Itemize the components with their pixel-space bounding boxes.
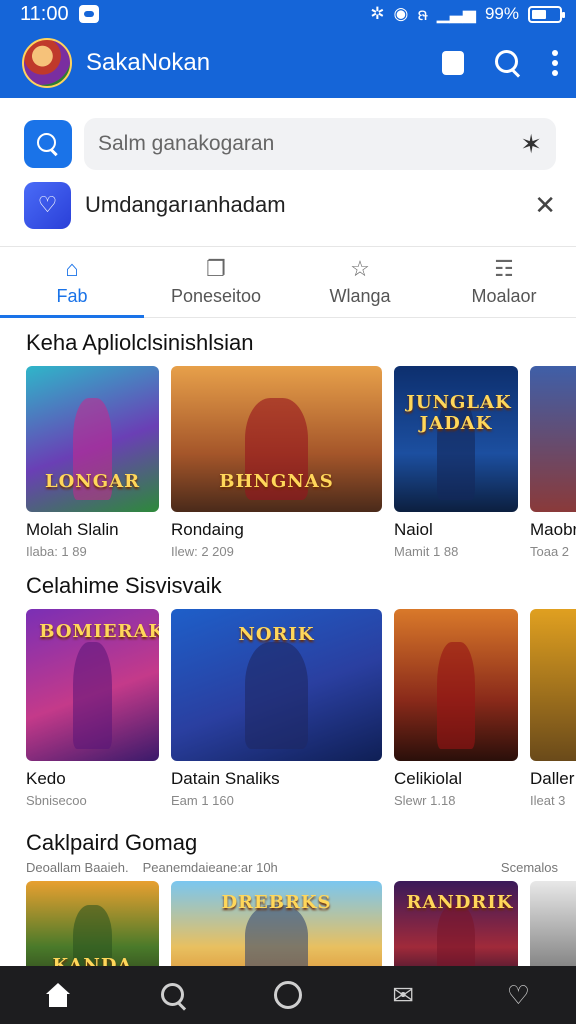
home-icon [44, 983, 72, 1007]
tab-label: Moalaor [471, 285, 537, 306]
game-meta: Slewr 1.18 [394, 793, 456, 808]
game-card[interactable]: BOMIERAK Kedo Sbnisecoo [26, 609, 159, 808]
section-featured: Keha Apliolclsinishlsian LONGAR Molah Sl… [0, 330, 576, 559]
game-thumbnail: NORIK [171, 609, 382, 761]
cast-icon[interactable] [442, 51, 464, 75]
game-meta: Eam 1 160 [171, 793, 234, 808]
section-title: Caklpaird Gomag [26, 830, 198, 855]
tab-label: Poneseitoo [170, 285, 262, 306]
game-card[interactable]: NORIK Datain Snaliks Eam 1 160 [171, 609, 382, 808]
share-icon: ❐ [206, 255, 226, 281]
section-subtitle: Deoallam Baaieh. [26, 860, 129, 875]
app-bar: SakaNokan [0, 28, 576, 98]
promo-banner[interactable]: ♡ Umdangarıanhadam ✕ [0, 170, 576, 229]
compass-icon [273, 981, 302, 1009]
game-title: Datain Snaliks [171, 769, 280, 788]
tab-poneseitoo[interactable]: ❐ Poneseitoo [144, 247, 288, 317]
nav-discover[interactable] [258, 975, 318, 1015]
nav-inbox[interactable]: ✉ [373, 975, 433, 1015]
game-card[interactable]: Maobr Toaa 2 [530, 366, 576, 559]
search-icon [36, 132, 60, 156]
thumbnail-logo: RANDRIK [406, 892, 514, 913]
game-title: Kedo [26, 769, 66, 788]
game-meta: Ilaba: 1 89 [26, 544, 87, 559]
game-meta: Toaa 2 [530, 544, 570, 559]
game-card[interactable]: Celikiolal Slewr 1.18 [394, 609, 518, 808]
game-card[interactable]: JUNGLAK JADAK Naiol Mamit 1 88 [394, 366, 518, 559]
status-bar: 11:00 ✲ ◉ ຨ ▁▃▅ 99% [0, 0, 576, 28]
battery-percent: 99% [484, 4, 519, 23]
thumbnail-logo: NORIK [238, 624, 315, 646]
thumbnail-logo: BHNGNAS [219, 470, 334, 492]
tab-label: Wlanga [329, 285, 391, 306]
game-meta: Sbnisecoo [26, 793, 87, 808]
notification-icon [78, 5, 99, 23]
bottom-nav: ✉ ♡ [0, 966, 576, 1024]
star-icon: ☆ [350, 255, 370, 281]
search-icon[interactable] [494, 49, 522, 77]
game-thumbnail: JUNGLAK JADAK [394, 366, 518, 512]
search-row: ✶ [0, 98, 576, 170]
person-icon: ☶ [494, 255, 514, 281]
game-card[interactable]: LONGAR Molah Slalin Ilaba: 1 89 [26, 366, 159, 559]
tab-bar: ⌂ Fab ❐ Poneseitoo ☆ Wlanga ☶ Moalaor [0, 246, 576, 318]
thumbnail-logo: BOMIERAK [39, 621, 159, 643]
section-subheader: Deoallam Baaieh. Peanemdaieane:ar 10h Sc… [26, 860, 576, 875]
section-popular: Celahime Sisvisvaik BOMIERAK Kedo Sbnise… [0, 573, 576, 808]
nav-favorites[interactable]: ♡ [488, 975, 548, 1015]
tab-label: Fab [56, 285, 88, 306]
section-title: Keha Apliolclsinishlsian [26, 330, 254, 355]
close-icon[interactable]: ✕ [534, 190, 556, 221]
thumbnail-logo: DREBRKS [221, 892, 332, 913]
sparkle-icon[interactable]: ✶ [520, 129, 542, 160]
banner-text: Umdangarıanhadam [85, 192, 286, 217]
game-meta: Ileat 3 [530, 793, 566, 808]
heart-icon: ♡ [506, 979, 530, 1010]
tab-moalaor[interactable]: ☶ Moalaor [432, 247, 576, 317]
thumbnail-logo: JUNGLAK JADAK [406, 392, 512, 435]
game-thumbnail: LONGAR [26, 366, 159, 512]
search-button[interactable] [24, 120, 72, 168]
game-title: Naiol [394, 520, 433, 539]
see-more-link[interactable]: Scemalos [501, 860, 558, 875]
game-thumbnail [530, 366, 576, 512]
inbox-icon: ✉ [392, 979, 415, 1010]
avatar[interactable] [22, 38, 72, 88]
status-time: 11:00 [20, 2, 69, 25]
section-note: Peanemdaieane:ar 10h [142, 860, 278, 875]
game-card[interactable]: Daller Ileat 3 [530, 609, 576, 808]
game-thumbnail: BHNGNAS [171, 366, 382, 512]
bag-icon: ⌂ [65, 255, 79, 281]
search-field[interactable]: ✶ [84, 118, 556, 170]
thumbnail-logo: LONGAR [44, 470, 141, 492]
game-title: Rondaing [171, 520, 244, 539]
more-menu-icon[interactable] [552, 50, 558, 76]
search-input[interactable] [98, 132, 521, 156]
nav-search[interactable] [143, 975, 203, 1015]
game-title: Molah Slalin [26, 520, 119, 539]
app-title: SakaNokan [86, 49, 211, 76]
search-icon [160, 982, 186, 1008]
section-title: Celahime Sisvisvaik [26, 573, 222, 598]
tab-wlanga[interactable]: ☆ Wlanga [288, 247, 432, 317]
game-card[interactable]: BHNGNAS Rondaing Ilew: 2 209 [171, 366, 382, 559]
game-meta: Mamit 1 88 [394, 544, 459, 559]
game-title: Maobr [530, 520, 576, 539]
tab-fab[interactable]: ⌂ Fab [0, 247, 144, 318]
bluetooth-icon: ✲ [370, 4, 385, 23]
battery-icon [528, 5, 565, 23]
heart-badge-icon: ♡ [24, 181, 71, 229]
wifi-icon: ◉ [393, 4, 409, 23]
top-area: 11:00 ✲ ◉ ຨ ▁▃▅ 99% SakaNokan [0, 0, 576, 98]
nav-home[interactable] [28, 975, 88, 1015]
game-title: Celikiolal [394, 769, 463, 788]
game-thumbnail [394, 609, 518, 761]
game-thumbnail: BOMIERAK [26, 609, 159, 761]
game-title: Daller [530, 769, 575, 788]
game-thumbnail [530, 609, 576, 761]
game-meta: Ilew: 2 209 [171, 544, 234, 559]
signal-bars-icon: ▁▃▅ [436, 4, 476, 23]
signal-text: ຨ [417, 5, 428, 24]
